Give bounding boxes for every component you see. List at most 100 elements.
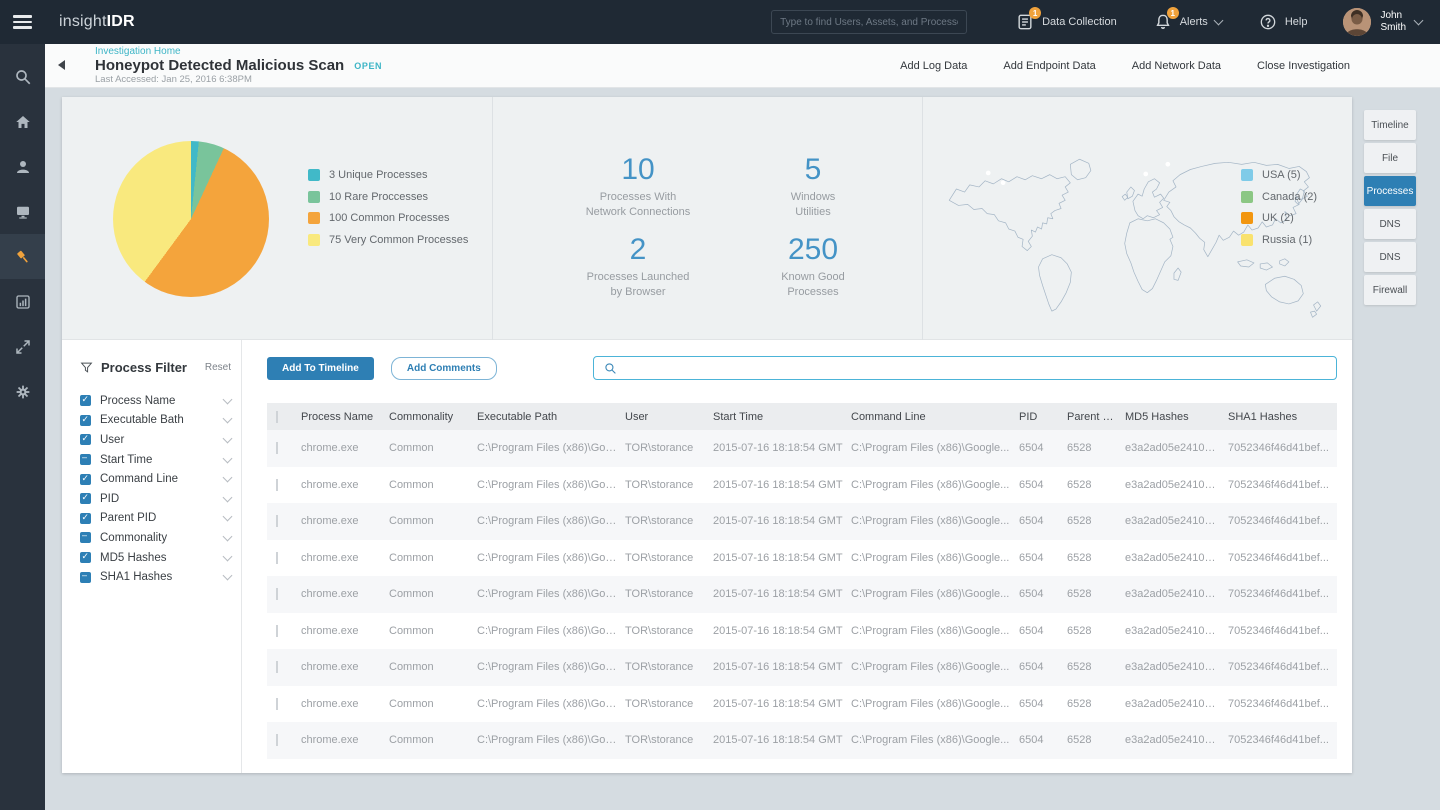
global-search-input[interactable] (771, 10, 967, 34)
nav-home[interactable] (0, 99, 45, 144)
nav-connections[interactable] (0, 324, 45, 369)
nav-settings[interactable] (0, 369, 45, 414)
filter-checkbox[interactable] (80, 493, 91, 504)
add-comments-button[interactable]: Add Comments (391, 357, 497, 380)
filter-item[interactable]: Parent PID (80, 509, 231, 529)
side-tab[interactable]: DNS (1364, 209, 1416, 239)
table-row[interactable]: chrome.exe Common C:\Program Files (x86)… (267, 576, 1337, 613)
filter-item[interactable]: Start Time (80, 450, 231, 470)
header-action-button[interactable]: Close Investigation (1257, 60, 1350, 72)
top-bar: insightIDR 1 Data Collection 1 Alerts (0, 0, 1440, 44)
row-checkbox[interactable] (276, 442, 278, 454)
side-tab[interactable]: DNS (1364, 242, 1416, 272)
side-tab[interactable]: Timeline (1364, 110, 1416, 140)
header-action-button[interactable]: Add Endpoint Data (1003, 60, 1095, 72)
side-tab[interactable]: File (1364, 143, 1416, 173)
breadcrumb[interactable]: Investigation Home (95, 46, 382, 57)
filter-item[interactable]: Command Line (80, 469, 231, 489)
table-row[interactable]: chrome.exe Common C:\Program Files (x86)… (267, 430, 1337, 467)
chevron-down-icon[interactable] (223, 571, 233, 581)
column-header[interactable]: SHA1 Hashes (1228, 411, 1337, 423)
filter-item[interactable]: User (80, 430, 231, 450)
header-action-button[interactable]: Add Log Data (900, 60, 967, 72)
filter-item[interactable]: PID (80, 489, 231, 509)
process-stats-panel: 10 Processes WithNetwork Connections 5 W… (492, 97, 922, 340)
hamburger-menu-button[interactable] (0, 0, 45, 44)
side-tab[interactable]: Processes (1364, 176, 1416, 206)
filter-item[interactable]: Commonality (80, 528, 231, 548)
chevron-down-icon[interactable] (223, 434, 233, 444)
nav-users[interactable] (0, 144, 45, 189)
nav-reports[interactable] (0, 279, 45, 324)
column-header[interactable]: Process Name (301, 411, 389, 423)
add-to-timeline-button[interactable]: Add To Timeline (267, 357, 374, 380)
chevron-down-icon[interactable] (223, 532, 233, 542)
table-row[interactable]: chrome.exe Common C:\Program Files (x86)… (267, 540, 1337, 577)
table-search-input[interactable] (617, 361, 1336, 375)
filter-checkbox[interactable] (80, 415, 91, 426)
filter-item[interactable]: Process Name (80, 391, 231, 411)
nav-investigations[interactable] (0, 234, 45, 279)
filter-checkbox[interactable] (80, 474, 91, 485)
chevron-down-icon[interactable] (223, 551, 233, 561)
investigation-card: 3 Unique Processes 10 Rare Proccesses 10… (62, 97, 1352, 773)
user-menu[interactable]: JohnSmith (1343, 8, 1422, 36)
filter-checkbox[interactable] (80, 552, 91, 563)
back-arrow-button[interactable] (58, 60, 65, 70)
column-header[interactable]: PID (1019, 411, 1067, 423)
map-pin-russia (1162, 158, 1174, 176)
column-header[interactable]: Parent PID (1067, 411, 1125, 423)
chevron-down-icon (1213, 16, 1223, 26)
column-header[interactable]: User (625, 411, 713, 423)
column-header[interactable]: Executable Path (477, 411, 625, 423)
filter-checkbox[interactable] (80, 513, 91, 524)
nav-search[interactable] (0, 54, 45, 99)
overview-band: 3 Unique Processes 10 Rare Proccesses 10… (62, 97, 1352, 340)
chevron-down-icon[interactable] (223, 394, 233, 404)
filter-checkbox[interactable] (80, 532, 91, 543)
chevron-down-icon[interactable] (223, 492, 233, 502)
table-row[interactable]: chrome.exe Common C:\Program Files (x86)… (267, 467, 1337, 504)
row-checkbox[interactable] (276, 515, 278, 527)
pie-legend: 3 Unique Processes 10 Rare Proccesses 10… (308, 169, 468, 246)
side-tab[interactable]: Firewall (1364, 275, 1416, 305)
row-checkbox[interactable] (276, 588, 278, 600)
chevron-down-icon[interactable] (223, 473, 233, 483)
header-action-button[interactable]: Add Network Data (1132, 60, 1221, 72)
help-menu[interactable]: Help (1258, 12, 1308, 32)
table-row[interactable]: chrome.exe Common C:\Program Files (x86)… (267, 503, 1337, 540)
table-row[interactable]: chrome.exe Common C:\Program Files (x86)… (267, 649, 1337, 686)
column-header[interactable]: Commonality (389, 411, 477, 423)
filter-checkbox[interactable] (80, 454, 91, 465)
filter-reset-link[interactable]: Reset (205, 362, 231, 373)
data-collection-menu[interactable]: 1 Data Collection (1015, 12, 1117, 32)
select-all-checkbox[interactable] (276, 411, 278, 423)
row-checkbox[interactable] (276, 698, 278, 710)
row-checkbox[interactable] (276, 734, 278, 746)
table-search-box[interactable] (593, 356, 1337, 380)
filter-checkbox[interactable] (80, 434, 91, 445)
column-header[interactable]: MD5 Hashes (1125, 411, 1228, 423)
row-checkbox[interactable] (276, 552, 278, 564)
filter-checkbox[interactable] (80, 572, 91, 583)
filter-item[interactable]: Executable Bath (80, 411, 231, 431)
process-filter-panel: Process Filter Reset Process Name Execut… (62, 340, 242, 773)
table-row[interactable]: chrome.exe Common C:\Program Files (x86)… (267, 613, 1337, 650)
stat-value: 2 (548, 233, 728, 267)
table-row[interactable]: chrome.exe Common C:\Program Files (x86)… (267, 686, 1337, 723)
chevron-down-icon[interactable] (223, 453, 233, 463)
filter-checkbox[interactable] (80, 395, 91, 406)
filter-item[interactable]: MD5 Hashes (80, 548, 231, 568)
column-header[interactable]: Command Line (851, 411, 1019, 423)
table-row[interactable]: chrome.exe Common C:\Program Files (x86)… (267, 722, 1337, 759)
nav-assets[interactable] (0, 189, 45, 234)
chevron-down-icon[interactable] (223, 512, 233, 522)
row-checkbox[interactable] (276, 479, 278, 491)
row-checkbox[interactable] (276, 625, 278, 637)
filter-item[interactable]: SHA1 Hashes (80, 567, 231, 587)
row-checkbox[interactable] (276, 661, 278, 673)
chevron-down-icon[interactable] (223, 414, 233, 424)
status-badge: OPEN (354, 61, 382, 71)
column-header[interactable]: Start Time (713, 411, 851, 423)
alerts-menu[interactable]: 1 Alerts (1153, 12, 1222, 32)
